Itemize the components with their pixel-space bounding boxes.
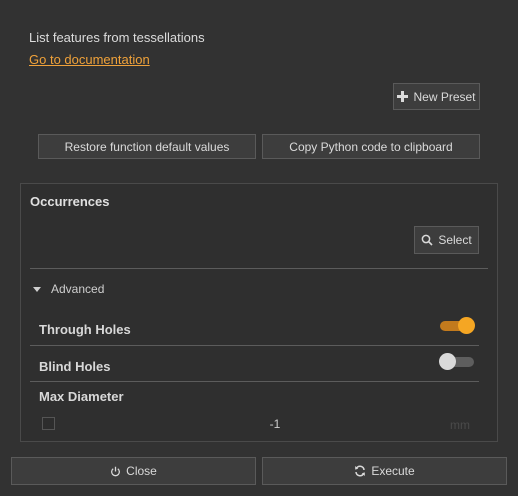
blind-holes-toggle[interactable] (439, 353, 474, 370)
select-button[interactable]: Select (414, 226, 479, 254)
execute-label: Execute (371, 464, 415, 478)
plus-icon (397, 91, 409, 102)
power-icon (110, 466, 121, 477)
advanced-label: Advanced (51, 282, 105, 296)
function-description: List features from tessellations (29, 30, 205, 45)
search-icon (421, 234, 433, 246)
blind-holes-label: Blind Holes (39, 359, 111, 374)
copy-python-code-button[interactable]: Copy Python code to clipboard (262, 134, 480, 159)
documentation-link[interactable]: Go to documentation (29, 52, 150, 67)
toggle-knob (458, 317, 475, 334)
chevron-down-icon (33, 286, 41, 292)
blind-holes-divider (30, 381, 479, 382)
new-preset-label: New Preset (413, 89, 476, 104)
max-diameter-unit: mm (450, 418, 470, 432)
through-holes-toggle[interactable] (440, 317, 475, 334)
new-preset-button[interactable]: New Preset (393, 83, 480, 110)
max-diameter-checkbox[interactable] (42, 417, 55, 430)
toggle-knob (439, 353, 456, 370)
restore-defaults-button[interactable]: Restore function default values (38, 134, 256, 159)
max-diameter-input[interactable]: -1 (150, 414, 440, 434)
through-holes-divider (30, 345, 479, 346)
copy-python-code-label: Copy Python code to clipboard (289, 139, 453, 154)
occurrences-divider (30, 268, 488, 269)
through-holes-label: Through Holes (39, 322, 131, 337)
close-button[interactable]: Close (11, 457, 256, 485)
select-label: Select (438, 233, 472, 247)
execute-button[interactable]: Execute (262, 457, 507, 485)
occurrences-title: Occurrences (30, 194, 110, 209)
close-label: Close (126, 464, 157, 478)
refresh-icon (354, 465, 366, 477)
restore-defaults-label: Restore function default values (64, 139, 230, 154)
max-diameter-label: Max Diameter (39, 389, 124, 404)
advanced-toggle[interactable]: Advanced (33, 282, 104, 296)
